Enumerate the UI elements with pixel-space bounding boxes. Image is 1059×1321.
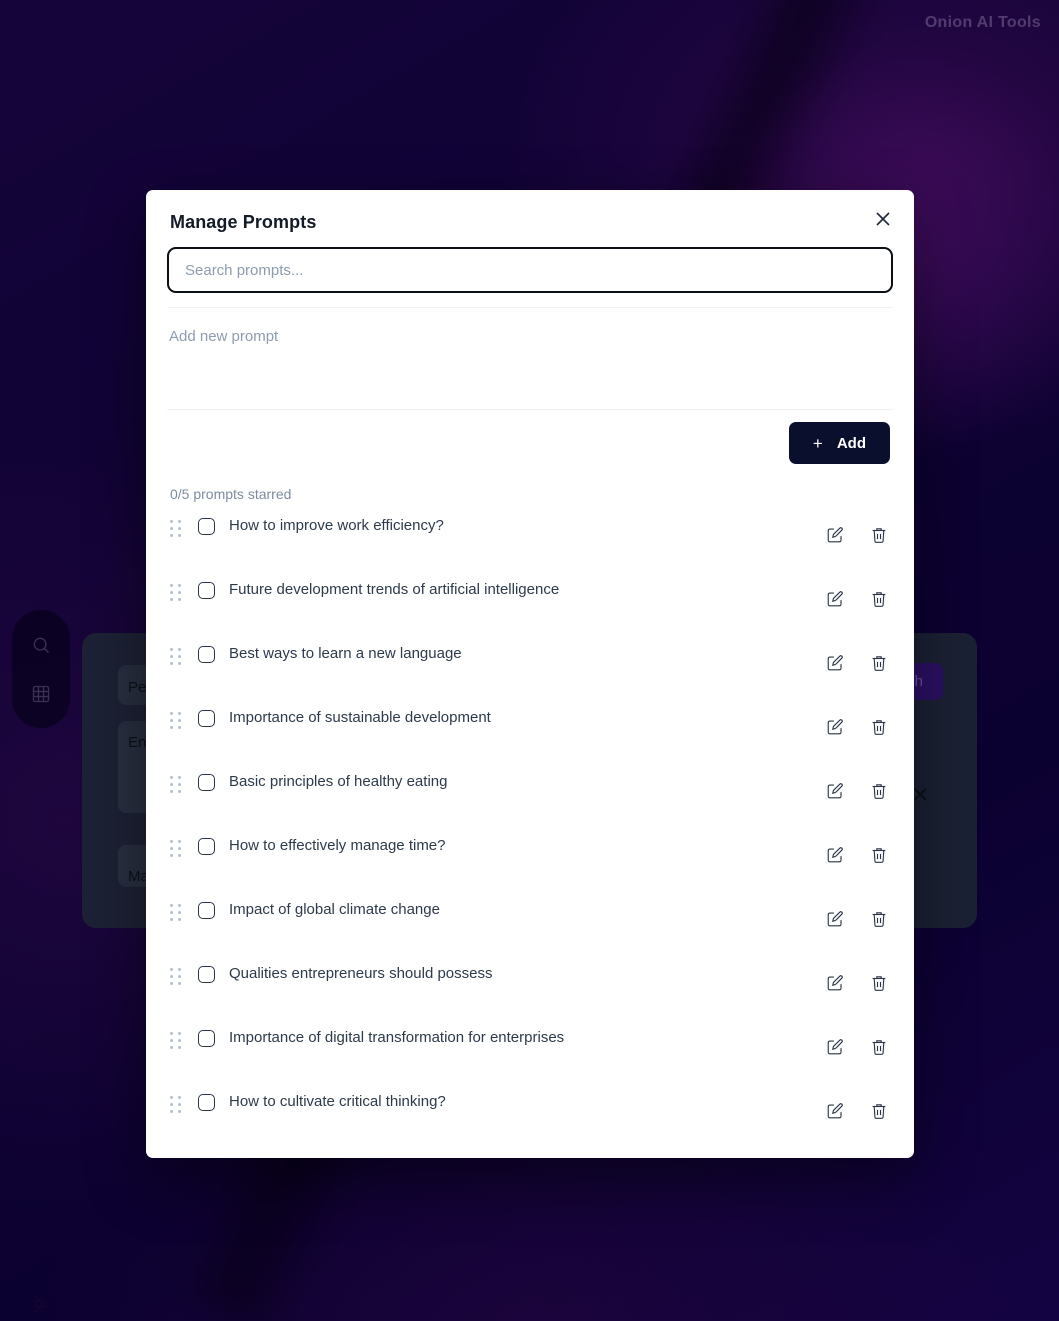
search-input[interactable] <box>167 247 893 293</box>
prompt-row: Qualities entrepreneurs should possess <box>146 958 914 1022</box>
prompt-row: Basic principles of healthy eating <box>146 766 914 830</box>
prompt-checkbox[interactable] <box>198 966 215 983</box>
new-prompt-container <box>146 308 914 409</box>
edit-icon[interactable] <box>824 972 846 994</box>
drag-handle-icon[interactable] <box>170 968 184 986</box>
prompt-row: Importance of sustainable development <box>146 702 914 766</box>
drag-handle-icon[interactable] <box>170 776 184 794</box>
prompt-checkbox[interactable] <box>198 710 215 727</box>
row-actions <box>824 1036 890 1058</box>
prompt-row: Impact of global climate change <box>146 894 914 958</box>
prompt-checkbox[interactable] <box>198 582 215 599</box>
delete-icon[interactable] <box>868 652 890 674</box>
row-actions <box>824 844 890 866</box>
starred-count: 0/5 prompts starred <box>170 486 292 502</box>
prompt-label: Importance of sustainable development <box>229 709 491 726</box>
row-actions <box>824 1100 890 1122</box>
prompt-row: How to improve work efficiency? <box>146 510 914 574</box>
edit-icon[interactable] <box>824 844 846 866</box>
delete-icon[interactable] <box>868 524 890 546</box>
prompt-label: Impact of global climate change <box>229 901 440 918</box>
prompt-checkbox[interactable] <box>198 838 215 855</box>
close-icon[interactable] <box>870 206 896 232</box>
drag-handle-icon[interactable] <box>170 712 184 730</box>
prompt-checkbox[interactable] <box>198 1030 215 1047</box>
prompt-label: How to improve work efficiency? <box>229 517 444 534</box>
delete-icon[interactable] <box>868 1100 890 1122</box>
drag-handle-icon[interactable] <box>170 1032 184 1050</box>
prompt-checkbox[interactable] <box>198 518 215 535</box>
edit-icon[interactable] <box>824 1100 846 1122</box>
prompt-row: Importance of digital transformation for… <box>146 1022 914 1086</box>
manage-prompts-dialog: Manage Prompts + Add 0/5 prompts starred… <box>146 190 914 1158</box>
new-prompt-input[interactable] <box>167 318 893 404</box>
row-actions <box>824 588 890 610</box>
edit-icon[interactable] <box>824 524 846 546</box>
prompt-label: How to effectively manage time? <box>229 837 446 854</box>
add-button-row: + Add <box>146 410 914 464</box>
prompt-label: Qualities entrepreneurs should possess <box>229 965 493 982</box>
edit-icon[interactable] <box>824 652 846 674</box>
add-button[interactable]: + Add <box>788 422 890 464</box>
edit-icon[interactable] <box>824 780 846 802</box>
add-button-label: Add <box>836 434 866 452</box>
row-actions <box>824 972 890 994</box>
prompt-row: How to cultivate critical thinking? <box>146 1086 914 1150</box>
dialog-title: Manage Prompts <box>170 212 317 232</box>
row-actions <box>824 908 890 930</box>
plus-icon: + <box>812 433 823 453</box>
prompt-label: Basic principles of healthy eating <box>229 773 448 790</box>
delete-icon[interactable] <box>868 716 890 738</box>
row-actions <box>824 524 890 546</box>
delete-icon[interactable] <box>868 1036 890 1058</box>
row-actions <box>824 780 890 802</box>
delete-icon[interactable] <box>868 844 890 866</box>
prompt-checkbox[interactable] <box>198 774 215 791</box>
modal-overlay: Manage Prompts + Add 0/5 prompts starred… <box>0 0 1059 1321</box>
prompt-checkbox[interactable] <box>198 902 215 919</box>
prompt-label: Importance of digital transformation for… <box>229 1029 565 1046</box>
delete-icon[interactable] <box>868 588 890 610</box>
edit-icon[interactable] <box>824 588 846 610</box>
edit-icon[interactable] <box>824 1036 846 1058</box>
search-container <box>146 233 914 293</box>
row-actions <box>824 716 890 738</box>
prompt-label: Best ways to learn a new language <box>229 645 462 662</box>
dialog-header: Manage Prompts <box>146 190 914 233</box>
delete-icon[interactable] <box>868 908 890 930</box>
prompt-row: Best ways to learn a new language <box>146 638 914 702</box>
prompt-list: How to improve work efficiency? Future de… <box>146 502 914 1150</box>
prompt-checkbox[interactable] <box>198 1094 215 1111</box>
prompt-checkbox[interactable] <box>198 646 215 663</box>
prompt-row: How to effectively manage time? <box>146 830 914 894</box>
drag-handle-icon[interactable] <box>170 520 184 538</box>
delete-icon[interactable] <box>868 972 890 994</box>
edit-icon[interactable] <box>824 716 846 738</box>
row-actions <box>824 652 890 674</box>
drag-handle-icon[interactable] <box>170 648 184 666</box>
drag-handle-icon[interactable] <box>170 840 184 858</box>
drag-handle-icon[interactable] <box>170 904 184 922</box>
prompt-label: Future development trends of artificial … <box>229 581 560 598</box>
prompt-row: Future development trends of artificial … <box>146 574 914 638</box>
delete-icon[interactable] <box>868 780 890 802</box>
edit-icon[interactable] <box>824 908 846 930</box>
drag-handle-icon[interactable] <box>170 1096 184 1114</box>
prompt-label: How to cultivate critical thinking? <box>229 1093 446 1110</box>
drag-handle-icon[interactable] <box>170 584 184 602</box>
